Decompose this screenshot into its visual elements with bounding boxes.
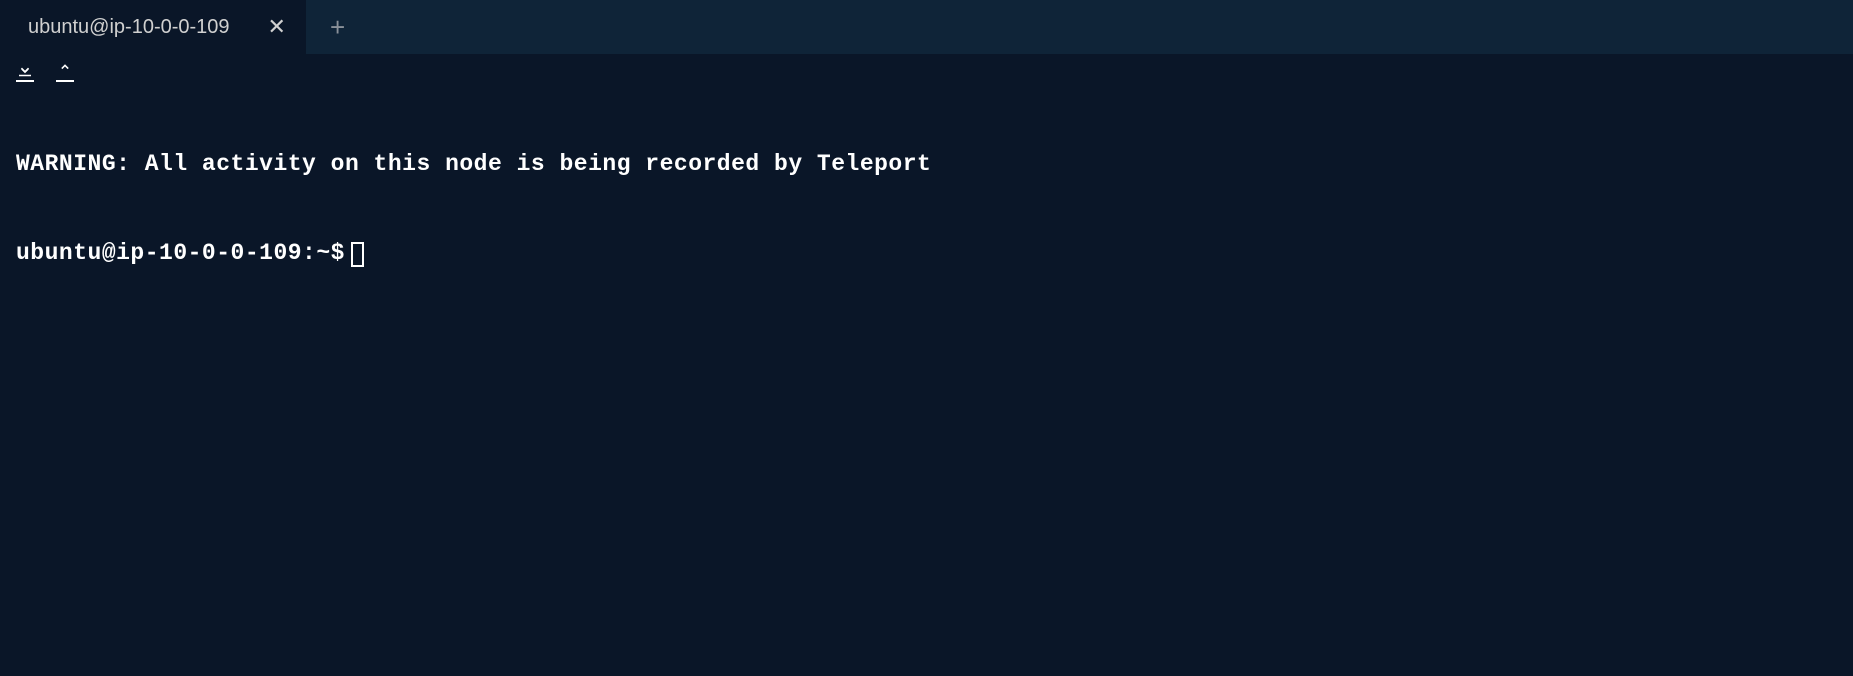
warning-text: WARNING: All activity on this node is be…	[16, 150, 1837, 180]
close-icon[interactable]: ✕	[268, 14, 286, 40]
prompt-line: ubuntu@ip-10-0-0-109:~$	[16, 239, 1837, 269]
terminal-tab[interactable]: ubuntu@ip-10-0-0-109 ✕	[0, 0, 306, 54]
tab-title: ubuntu@ip-10-0-0-109	[28, 16, 230, 39]
shell-prompt: ubuntu@ip-10-0-0-109:~$	[16, 239, 345, 269]
terminal-cursor	[351, 242, 364, 267]
download-icon[interactable]	[16, 62, 34, 82]
toolbar	[0, 54, 1853, 88]
upload-icon[interactable]	[56, 62, 74, 82]
new-tab-button[interactable]: +	[306, 12, 369, 43]
tab-bar: ubuntu@ip-10-0-0-109 ✕ +	[0, 0, 1853, 54]
terminal-output[interactable]: WARNING: All activity on this node is be…	[0, 88, 1853, 301]
